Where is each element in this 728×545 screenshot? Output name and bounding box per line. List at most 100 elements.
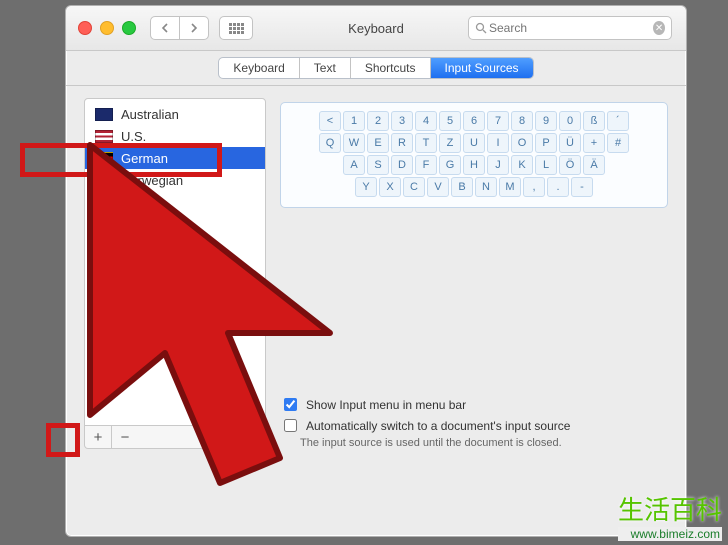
grid-icon <box>229 23 244 34</box>
source-label: Australian <box>121 107 179 122</box>
flag-us-icon <box>95 130 113 143</box>
add-source-button[interactable]: + <box>85 426 111 448</box>
key: , <box>523 177 545 197</box>
key: D <box>391 155 413 175</box>
key: V <box>427 177 449 197</box>
tab-segmented-control: Keyboard Text Shortcuts Input Sources <box>218 57 533 79</box>
key: 6 <box>463 111 485 131</box>
preferences-window: Keyboard ✕ Keyboard Text Shortcuts Input… <box>65 5 687 537</box>
key: N <box>475 177 497 197</box>
tab-keyboard[interactable]: Keyboard <box>219 58 298 78</box>
key: O <box>511 133 533 153</box>
search-field[interactable]: ✕ <box>468 16 672 40</box>
clear-search-icon[interactable]: ✕ <box>653 21 665 35</box>
show-menu-checkbox[interactable] <box>284 398 297 411</box>
input-source-list[interactable]: Australian U.S. German Norwegian <box>84 98 266 426</box>
preview-column: <1234567890ß´QWERTZUIOPÜ+#ASDFGHJKLÖÄYXC… <box>280 98 668 449</box>
back-button[interactable] <box>151 17 179 39</box>
key: Y <box>355 177 377 197</box>
key: M <box>499 177 521 197</box>
option-label: Automatically switch to a document's inp… <box>306 419 570 433</box>
minimize-button[interactable] <box>100 21 114 35</box>
key: Ü <box>559 133 581 153</box>
flag-au-icon <box>95 108 113 121</box>
key: 0 <box>559 111 581 131</box>
key: 1 <box>343 111 365 131</box>
key: 2 <box>367 111 389 131</box>
flag-no-icon <box>95 174 113 187</box>
key: 9 <box>535 111 557 131</box>
close-button[interactable] <box>78 21 92 35</box>
watermark-url: www.bimeiz.com <box>618 527 722 541</box>
key: ´ <box>607 111 629 131</box>
flag-de-icon <box>95 152 113 165</box>
add-remove-bar: + − <box>84 426 266 449</box>
key: W <box>343 133 365 153</box>
options-section: Show Input menu in menu bar Automaticall… <box>280 387 668 449</box>
key: G <box>439 155 461 175</box>
remove-source-button[interactable]: − <box>111 426 138 448</box>
show-all-button[interactable] <box>219 16 253 40</box>
source-label: U.S. <box>121 129 146 144</box>
zoom-button[interactable] <box>122 21 136 35</box>
search-icon <box>475 22 487 34</box>
key: E <box>367 133 389 153</box>
key: B <box>451 177 473 197</box>
chevron-right-icon <box>190 23 198 33</box>
source-item-us[interactable]: U.S. <box>85 125 265 147</box>
key: 8 <box>511 111 533 131</box>
source-label: German <box>121 151 168 166</box>
key: T <box>415 133 437 153</box>
key: 5 <box>439 111 461 131</box>
key: L <box>535 155 557 175</box>
left-column: Australian U.S. German Norwegian + − <box>84 98 266 449</box>
key: X <box>379 177 401 197</box>
key: U <box>463 133 485 153</box>
forward-button[interactable] <box>179 17 208 39</box>
key: H <box>463 155 485 175</box>
watermark-title: 生活百科 <box>618 490 722 527</box>
source-item-australian[interactable]: Australian <box>85 103 265 125</box>
key: I <box>487 133 509 153</box>
option-show-menu: Show Input menu in menu bar <box>280 395 668 414</box>
key: < <box>319 111 341 131</box>
key: 3 <box>391 111 413 131</box>
nav-back-forward[interactable] <box>150 16 209 40</box>
key: . <box>547 177 569 197</box>
key: Ö <box>559 155 581 175</box>
window-controls <box>66 21 136 35</box>
option-auto-switch: Automatically switch to a document's inp… <box>280 416 668 435</box>
source-item-german[interactable]: German <box>85 147 265 169</box>
key: Ä <box>583 155 605 175</box>
option-note: The input source is used until the docum… <box>300 437 668 449</box>
source-item-norwegian[interactable]: Norwegian <box>85 169 265 191</box>
key: Z <box>439 133 461 153</box>
option-label: Show Input menu in menu bar <box>306 398 466 412</box>
key: 7 <box>487 111 509 131</box>
content-area: Australian U.S. German Norwegian + − <box>66 86 686 465</box>
auto-switch-checkbox[interactable] <box>284 419 297 432</box>
key: A <box>343 155 365 175</box>
source-label: Norwegian <box>121 173 183 188</box>
key: - <box>571 177 593 197</box>
key: C <box>403 177 425 197</box>
key: F <box>415 155 437 175</box>
key: K <box>511 155 533 175</box>
key: S <box>367 155 389 175</box>
key: ß <box>583 111 605 131</box>
titlebar: Keyboard ✕ <box>66 6 686 51</box>
search-input[interactable] <box>487 20 653 36</box>
key: J <box>487 155 509 175</box>
chevron-left-icon <box>161 23 169 33</box>
watermark: 生活百科 www.bimeiz.com <box>618 490 722 541</box>
keyboard-preview: <1234567890ß´QWERTZUIOPÜ+#ASDFGHJKLÖÄYXC… <box>280 102 668 208</box>
tab-shortcuts[interactable]: Shortcuts <box>350 58 430 78</box>
key: Q <box>319 133 341 153</box>
key: # <box>607 133 629 153</box>
key: + <box>583 133 605 153</box>
tab-text[interactable]: Text <box>299 58 350 78</box>
key: 4 <box>415 111 437 131</box>
tab-row: Keyboard Text Shortcuts Input Sources <box>66 51 686 86</box>
tab-input-sources[interactable]: Input Sources <box>430 58 533 78</box>
key: P <box>535 133 557 153</box>
